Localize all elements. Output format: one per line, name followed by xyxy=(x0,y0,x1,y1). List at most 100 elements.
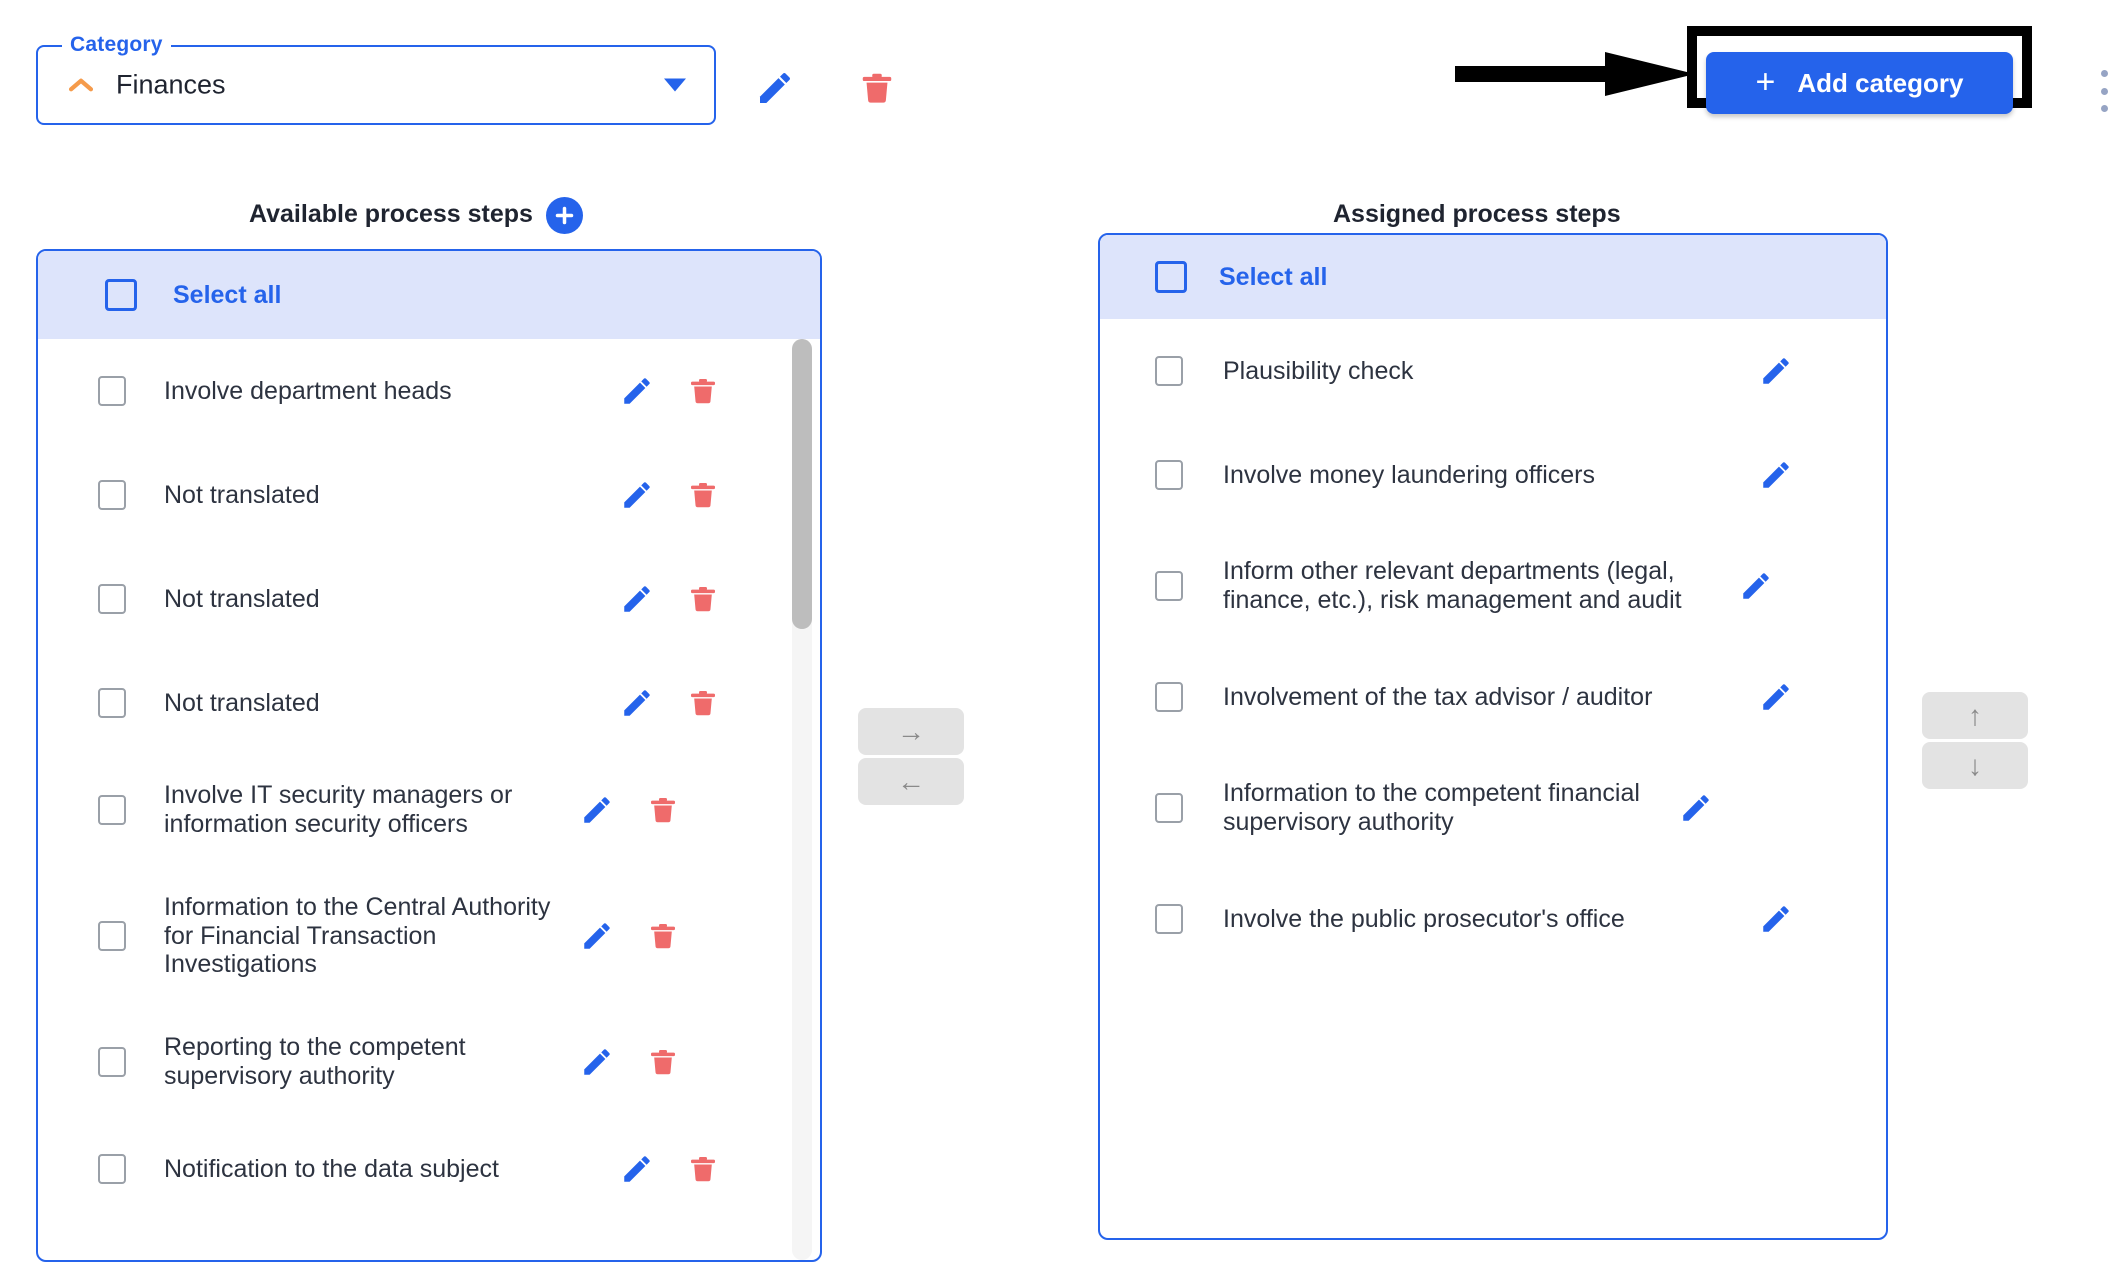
list-item-label: Inform other relevant departments (legal… xyxy=(1223,557,1682,614)
edit-step-button[interactable] xyxy=(1679,791,1713,825)
list-item-label: Not translated xyxy=(164,480,320,509)
list-item[interactable]: Plausibility check xyxy=(1100,319,1886,423)
kebab-dot xyxy=(2100,105,2108,112)
edit-step-button[interactable] xyxy=(1739,569,1773,603)
add-process-step-button[interactable] xyxy=(546,197,583,234)
edit-step-button[interactable] xyxy=(1759,354,1793,388)
assigned-step-checkbox[interactable] xyxy=(1155,682,1183,712)
list-item[interactable]: Notification to the data subject xyxy=(38,1117,820,1221)
edit-step-button[interactable] xyxy=(620,582,654,616)
list-item-actions xyxy=(620,374,719,408)
available-step-checkbox[interactable] xyxy=(98,584,126,614)
list-item-label: Involve money laundering officers xyxy=(1223,460,1595,489)
pencil-icon xyxy=(1763,906,1789,932)
delete-step-button[interactable] xyxy=(647,793,679,827)
available-step-checkbox[interactable] xyxy=(98,480,126,510)
move-up-button[interactable]: ↑ xyxy=(1922,692,2028,739)
kebab-dot xyxy=(2100,70,2108,77)
assigned-step-checkbox[interactable] xyxy=(1155,571,1183,601)
delete-category-button[interactable] xyxy=(858,68,896,108)
delete-step-button[interactable] xyxy=(687,686,719,720)
list-item[interactable]: Inform other relevant departments (legal… xyxy=(1100,527,1886,645)
move-down-button[interactable]: ↓ xyxy=(1922,742,2028,789)
available-select-all-row[interactable]: Select all xyxy=(38,251,820,339)
trash-icon xyxy=(691,691,715,716)
pencil-icon xyxy=(1743,573,1769,599)
available-select-all-checkbox[interactable] xyxy=(105,279,137,311)
edit-category-button[interactable] xyxy=(755,68,795,108)
pencil-icon xyxy=(624,1156,650,1182)
list-item[interactable]: Involve money laundering officers xyxy=(1100,423,1886,527)
available-step-checkbox[interactable] xyxy=(98,1047,126,1077)
delete-step-button[interactable] xyxy=(687,374,719,408)
list-item[interactable]: Not translated xyxy=(38,651,820,755)
edit-step-button[interactable] xyxy=(620,374,654,408)
list-item-label: Involve the public prosecutor's office xyxy=(1223,904,1625,933)
edit-step-button[interactable] xyxy=(620,478,654,512)
edit-step-button[interactable] xyxy=(1759,680,1793,714)
pencil-icon xyxy=(584,797,610,823)
edit-step-button[interactable] xyxy=(620,1152,654,1186)
pencil-icon xyxy=(1683,795,1709,821)
available-step-checkbox[interactable] xyxy=(98,376,126,406)
plus-icon xyxy=(555,206,574,225)
category-legend: Category xyxy=(62,33,171,57)
list-item[interactable]: Not translated xyxy=(38,547,820,651)
assigned-steps-title: Assigned process steps xyxy=(1333,200,1621,228)
list-item-actions xyxy=(1739,569,1773,603)
edit-step-button[interactable] xyxy=(580,793,614,827)
trash-icon xyxy=(651,798,675,823)
assigned-step-checkbox[interactable] xyxy=(1155,460,1183,490)
assigned-step-checkbox[interactable] xyxy=(1155,904,1183,934)
delete-step-button[interactable] xyxy=(687,582,719,616)
edit-step-button[interactable] xyxy=(620,686,654,720)
list-item[interactable]: Information to the Central Authority for… xyxy=(38,865,820,1007)
delete-step-button[interactable] xyxy=(687,478,719,512)
assigned-step-checkbox[interactable] xyxy=(1155,356,1183,386)
category-select[interactable]: Category Finances xyxy=(36,33,716,125)
pencil-icon xyxy=(624,482,650,508)
list-item-label: Not translated xyxy=(164,688,320,717)
chevron-down-icon[interactable] xyxy=(664,78,686,92)
list-item-actions xyxy=(580,793,679,827)
list-item-label: Plausibility check xyxy=(1223,356,1414,385)
kebab-menu-icon[interactable] xyxy=(2092,70,2116,112)
available-list-scrollbar-thumb[interactable] xyxy=(792,339,812,629)
edit-step-button[interactable] xyxy=(1759,458,1793,492)
available-step-checkbox[interactable] xyxy=(98,1154,126,1184)
assigned-step-checkbox[interactable] xyxy=(1155,793,1183,823)
list-item[interactable]: Information to the competent financial s… xyxy=(1100,749,1886,867)
available-step-checkbox[interactable] xyxy=(98,921,126,951)
edit-step-button[interactable] xyxy=(580,1045,614,1079)
add-category-button[interactable]: + Add category xyxy=(1706,52,2013,114)
pencil-icon xyxy=(584,923,610,949)
available-select-all-label: Select all xyxy=(173,280,282,309)
list-item[interactable]: Reporting to the competent supervisory a… xyxy=(38,1007,820,1117)
list-item-actions xyxy=(620,1152,719,1186)
pencil-icon xyxy=(624,586,650,612)
category-selected-value: Finances xyxy=(116,69,226,100)
list-item[interactable]: Involve IT security managers or informat… xyxy=(38,755,820,865)
move-left-button[interactable]: ← xyxy=(858,758,964,805)
delete-step-button[interactable] xyxy=(647,1045,679,1079)
move-right-button[interactable]: → xyxy=(858,708,964,755)
delete-step-button[interactable] xyxy=(647,919,679,953)
delete-step-button[interactable] xyxy=(687,1152,719,1186)
available-step-checkbox[interactable] xyxy=(98,795,126,825)
edit-step-button[interactable] xyxy=(1759,902,1793,936)
list-item-label: Information to the competent financial s… xyxy=(1223,779,1640,836)
assigned-select-all-checkbox[interactable] xyxy=(1155,261,1187,293)
available-step-checkbox[interactable] xyxy=(98,688,126,718)
list-item-label: Involve IT security managers or informat… xyxy=(164,781,513,838)
available-list-scrollbar-track[interactable] xyxy=(792,339,812,1260)
edit-step-button[interactable] xyxy=(580,919,614,953)
list-item-label: Notification to the data subject xyxy=(164,1154,499,1183)
arrow-right-annotation-icon xyxy=(1455,52,1695,96)
assigned-select-all-row[interactable]: Select all xyxy=(1100,235,1886,319)
plus-icon: + xyxy=(1755,62,1776,101)
list-item[interactable]: Not translated xyxy=(38,443,820,547)
list-item[interactable]: Involve department heads xyxy=(38,339,820,443)
list-item[interactable]: Involve the public prosecutor's office xyxy=(1100,867,1886,971)
list-item[interactable]: Involvement of the tax advisor / auditor xyxy=(1100,645,1886,749)
list-item-actions xyxy=(1679,791,1713,825)
